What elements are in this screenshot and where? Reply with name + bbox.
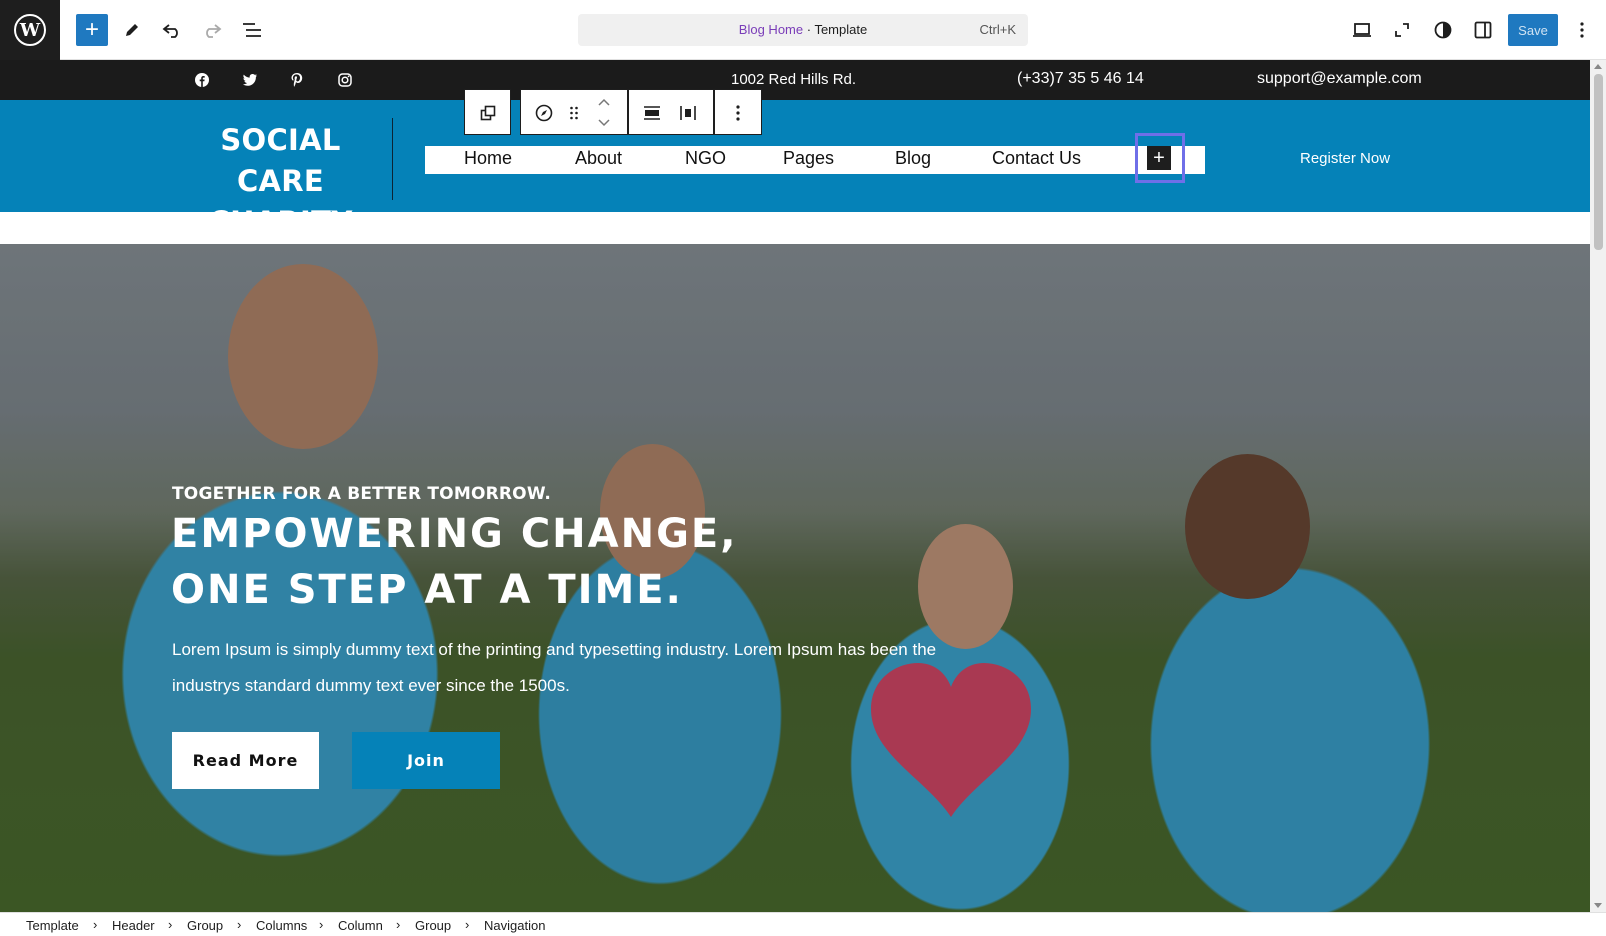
- breadcrumb-navigation[interactable]: Navigation: [484, 918, 545, 933]
- fullscreen-icon[interactable]: [1386, 14, 1418, 46]
- document-title: Blog Home · Template: [578, 22, 1028, 37]
- pinterest-icon[interactable]: [289, 72, 305, 88]
- move-down-icon[interactable]: [593, 112, 615, 134]
- nav-item-home[interactable]: Home: [464, 148, 512, 169]
- block-toolbar-group-options: [714, 89, 762, 135]
- breadcrumb-group-2[interactable]: Group: [415, 918, 451, 933]
- facebook-icon[interactable]: [194, 72, 210, 88]
- pencil-icon[interactable]: [116, 14, 148, 46]
- nav-item-ngo[interactable]: NGO: [685, 148, 726, 169]
- save-button[interactable]: Save: [1508, 14, 1558, 46]
- breadcrumb-template[interactable]: Template: [26, 918, 79, 933]
- nav-item-contact-us[interactable]: Contact Us: [992, 148, 1081, 169]
- move-up-icon[interactable]: [593, 91, 615, 113]
- nav-item-blog[interactable]: Blog: [895, 148, 931, 169]
- register-now-link[interactable]: Register Now: [1300, 150, 1390, 167]
- block-toolbar-group-parent: [464, 89, 511, 135]
- contrast-icon[interactable]: [1427, 14, 1459, 46]
- breadcrumb-header[interactable]: Header: [112, 918, 155, 933]
- hero-description: Lorem Ipsum is simply dummy text of the …: [172, 640, 937, 695]
- options-kebab-icon[interactable]: [727, 102, 749, 124]
- compass-icon[interactable]: [533, 102, 555, 124]
- hero-title-line-2: ONE STEP AT A TIME.: [171, 567, 683, 613]
- editor-toolbar: W + Blog Home · Template Ctrl+K Save: [0, 0, 1606, 60]
- nav-item-pages[interactable]: Pages: [783, 148, 834, 169]
- chevron-right-icon: ›: [396, 917, 401, 932]
- command-shortcut: Ctrl+K: [979, 22, 1016, 37]
- chevron-right-icon: ›: [465, 917, 470, 932]
- block-toolbar-group-layout: [628, 89, 714, 135]
- phone-text: (+33)7 35 5 46 14: [1017, 70, 1144, 87]
- chevron-right-icon: ›: [93, 917, 98, 932]
- template-link[interactable]: Blog Home: [739, 22, 803, 37]
- justify-icon[interactable]: [641, 102, 663, 124]
- twitter-icon[interactable]: [242, 72, 258, 88]
- canvas-scrollbar[interactable]: [1590, 60, 1606, 912]
- hero-kicker: TOGETHER FOR A BETTER TOMORROW.: [172, 484, 552, 504]
- address-text: 1002 Red Hills Rd.: [731, 71, 857, 88]
- instagram-icon[interactable]: [337, 72, 353, 88]
- drag-handle-icon[interactable]: [563, 102, 585, 124]
- email-text: support@example.com: [1257, 70, 1422, 87]
- breadcrumb-column[interactable]: Column: [338, 918, 383, 933]
- info-bar: 1002 Red Hills Rd. (+33)7 35 5 46 14 sup…: [0, 60, 1590, 100]
- hero-section: TOGETHER FOR A BETTER TOMORROW. EMPOWERI…: [0, 244, 1590, 912]
- list-view-icon[interactable]: [236, 14, 268, 46]
- sidebar-icon[interactable]: [1467, 14, 1499, 46]
- join-button[interactable]: Join: [352, 732, 500, 789]
- title-divider: [392, 118, 393, 200]
- redo-icon[interactable]: [196, 14, 228, 46]
- chevron-right-icon: ›: [319, 917, 324, 932]
- site-header: SOCIAL CARE CHARITY Home About NGO Pages…: [0, 89, 1590, 239]
- breadcrumb-columns[interactable]: Columns: [256, 918, 307, 933]
- chevron-right-icon: ›: [168, 917, 173, 932]
- scroll-thumb[interactable]: [1594, 74, 1603, 250]
- scroll-down-arrow[interactable]: [1594, 903, 1602, 908]
- nav-item-about[interactable]: About: [575, 148, 622, 169]
- wordpress-logo[interactable]: W: [0, 0, 60, 60]
- add-block-button[interactable]: +: [76, 14, 108, 46]
- breadcrumb-group[interactable]: Group: [187, 918, 223, 933]
- block-toolbar-group-block: [520, 89, 628, 135]
- command-palette-bar[interactable]: Blog Home · Template Ctrl+K: [578, 14, 1028, 46]
- select-parent-icon[interactable]: [477, 102, 499, 124]
- desktop-icon[interactable]: [1346, 14, 1378, 46]
- site-title[interactable]: SOCIAL CARE CHARITY: [178, 120, 383, 243]
- scroll-up-arrow[interactable]: [1594, 64, 1602, 69]
- chevron-right-icon: ›: [237, 917, 242, 932]
- read-more-button[interactable]: Read More: [172, 732, 319, 789]
- block-breadcrumb: Template › Header › Group › Columns › Co…: [0, 912, 1606, 936]
- hero-title: EMPOWERING CHANGE, ONE STEP AT A TIME.: [171, 506, 737, 618]
- kebab-icon[interactable]: [1566, 14, 1598, 46]
- editor-canvas: 1002 Red Hills Rd. (+33)7 35 5 46 14 sup…: [0, 60, 1590, 912]
- nav-add-item-button[interactable]: +: [1147, 146, 1171, 170]
- space-between-icon[interactable]: [677, 102, 699, 124]
- undo-icon[interactable]: [156, 14, 188, 46]
- title-separator: ·: [803, 22, 815, 37]
- hero-title-line-1: EMPOWERING CHANGE,: [171, 511, 738, 557]
- template-type: Template: [814, 22, 868, 37]
